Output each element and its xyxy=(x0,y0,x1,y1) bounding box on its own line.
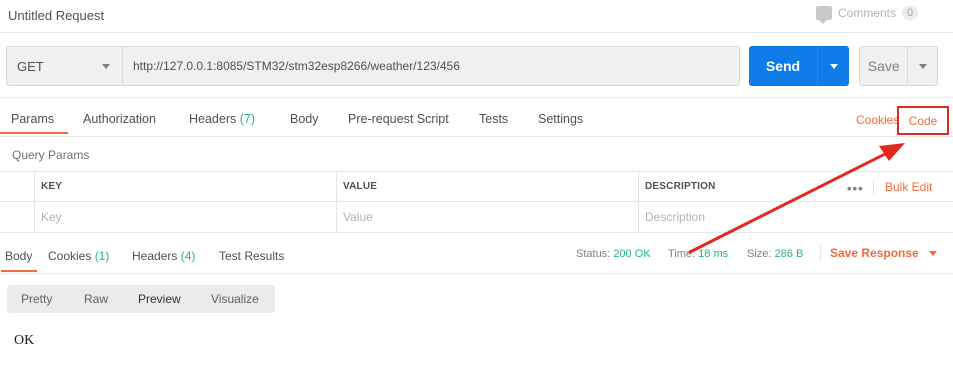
column-header-key: KEY xyxy=(35,171,337,202)
method-value: GET xyxy=(17,58,44,74)
tab-tests[interactable]: Tests xyxy=(479,112,508,126)
time-value: 18 ms xyxy=(698,248,729,260)
send-label: Send xyxy=(765,58,801,74)
tab-settings[interactable]: Settings xyxy=(538,112,583,126)
divider xyxy=(0,97,953,98)
annotation-arrow-head xyxy=(879,143,905,161)
chevron-down-icon xyxy=(829,63,838,69)
url-input[interactable]: http://127.0.0.1:8085/STM32/stm32esp8266… xyxy=(122,46,740,86)
tab-prerequest-script[interactable]: Pre-request Script xyxy=(348,112,449,126)
tab-body[interactable]: Body xyxy=(290,112,319,126)
query-params-title: Query Params xyxy=(12,148,90,162)
time-label: Time: xyxy=(668,248,696,260)
request-title[interactable]: Untitled Request xyxy=(8,8,104,23)
key-input[interactable]: Key xyxy=(35,202,337,233)
size-value: 286 B xyxy=(774,248,804,260)
response-tab-cookies-count: (1) xyxy=(94,249,110,263)
status-value: 200 OK xyxy=(613,248,651,260)
response-tab-headers[interactable]: Headers (4) xyxy=(132,249,195,263)
tab-params-label: Params xyxy=(11,112,55,126)
view-tab-pretty[interactable]: Pretty xyxy=(21,292,52,306)
tab-authorization[interactable]: Authorization xyxy=(83,112,156,126)
tab-headers-count: (7) xyxy=(239,112,256,126)
send-button[interactable]: Send xyxy=(749,46,849,86)
response-tab-headers-label: Headers xyxy=(132,249,178,263)
row-handle-cell xyxy=(0,202,35,233)
response-tab-test-results[interactable]: Test Results xyxy=(219,249,284,263)
divider xyxy=(0,32,953,33)
chevron-down-icon xyxy=(918,63,927,69)
response-view-tabs: Pretty Raw Preview Visualize xyxy=(7,285,275,313)
chevron-down-icon xyxy=(928,250,937,256)
tab-params[interactable]: Params xyxy=(0,112,69,134)
response-tab-cookies-label: Cookies xyxy=(48,249,92,263)
comments-label: Comments xyxy=(838,6,897,20)
divider xyxy=(0,136,953,137)
time-meta: Time: 18 ms xyxy=(668,248,728,260)
cookies-link[interactable]: Cookies xyxy=(856,113,899,127)
response-tab-cookies[interactable]: Cookies (1) xyxy=(48,249,109,263)
column-header-value: VALUE xyxy=(337,171,639,202)
status-meta: Status: 200 OK xyxy=(576,248,651,260)
save-response-label: Save Response xyxy=(830,246,919,260)
save-button[interactable]: Save xyxy=(859,46,938,86)
bulk-edit-link[interactable]: Bulk Edit xyxy=(885,180,932,194)
view-tab-raw[interactable]: Raw xyxy=(84,292,108,306)
query-params-table: KEY VALUE DESCRIPTION ••• Bulk Edit Key … xyxy=(0,171,953,233)
size-label: Size: xyxy=(747,248,772,260)
size-meta: Size: 286 B xyxy=(747,248,803,260)
comments-count: 0 xyxy=(902,6,919,20)
status-label: Status: xyxy=(576,248,611,260)
send-divider xyxy=(817,46,818,86)
send-options-button[interactable] xyxy=(818,63,849,69)
comments-button[interactable]: Comments 0 xyxy=(816,6,919,24)
tab-settings-label: Settings xyxy=(538,112,584,126)
response-body-text: OK xyxy=(14,333,35,348)
tab-body-label: Body xyxy=(290,112,319,126)
response-tab-body[interactable]: Body xyxy=(0,249,38,272)
tab-prerequest-label: Pre-request Script xyxy=(348,112,449,126)
tab-authorization-label: Authorization xyxy=(83,112,156,126)
row-handle-cell xyxy=(0,171,35,202)
code-link[interactable]: Code xyxy=(897,106,949,135)
response-tab-test-results-label: Test Results xyxy=(219,249,285,263)
description-input[interactable]: Description xyxy=(639,202,953,233)
comment-icon xyxy=(816,6,832,24)
view-tab-visualize[interactable]: Visualize xyxy=(211,292,259,306)
method-select[interactable]: GET xyxy=(6,46,122,86)
save-label: Save xyxy=(867,58,900,74)
tab-headers[interactable]: Headers (7) xyxy=(189,112,255,126)
tab-tests-label: Tests xyxy=(479,112,509,126)
response-tab-body-label: Body xyxy=(5,249,33,263)
more-options-icon[interactable]: ••• xyxy=(847,181,864,196)
response-tab-headers-count: (4) xyxy=(180,249,196,263)
save-response-divider xyxy=(820,244,821,262)
view-tab-preview[interactable]: Preview xyxy=(138,292,181,306)
save-response-button[interactable]: Save Response xyxy=(830,246,937,260)
tab-headers-label: Headers xyxy=(189,112,237,126)
value-input[interactable]: Value xyxy=(337,202,639,233)
bulk-edit-divider xyxy=(873,179,874,195)
code-link-label: Code xyxy=(908,113,938,128)
divider xyxy=(0,273,953,274)
save-options-button[interactable] xyxy=(908,63,937,69)
chevron-down-icon xyxy=(102,64,110,69)
